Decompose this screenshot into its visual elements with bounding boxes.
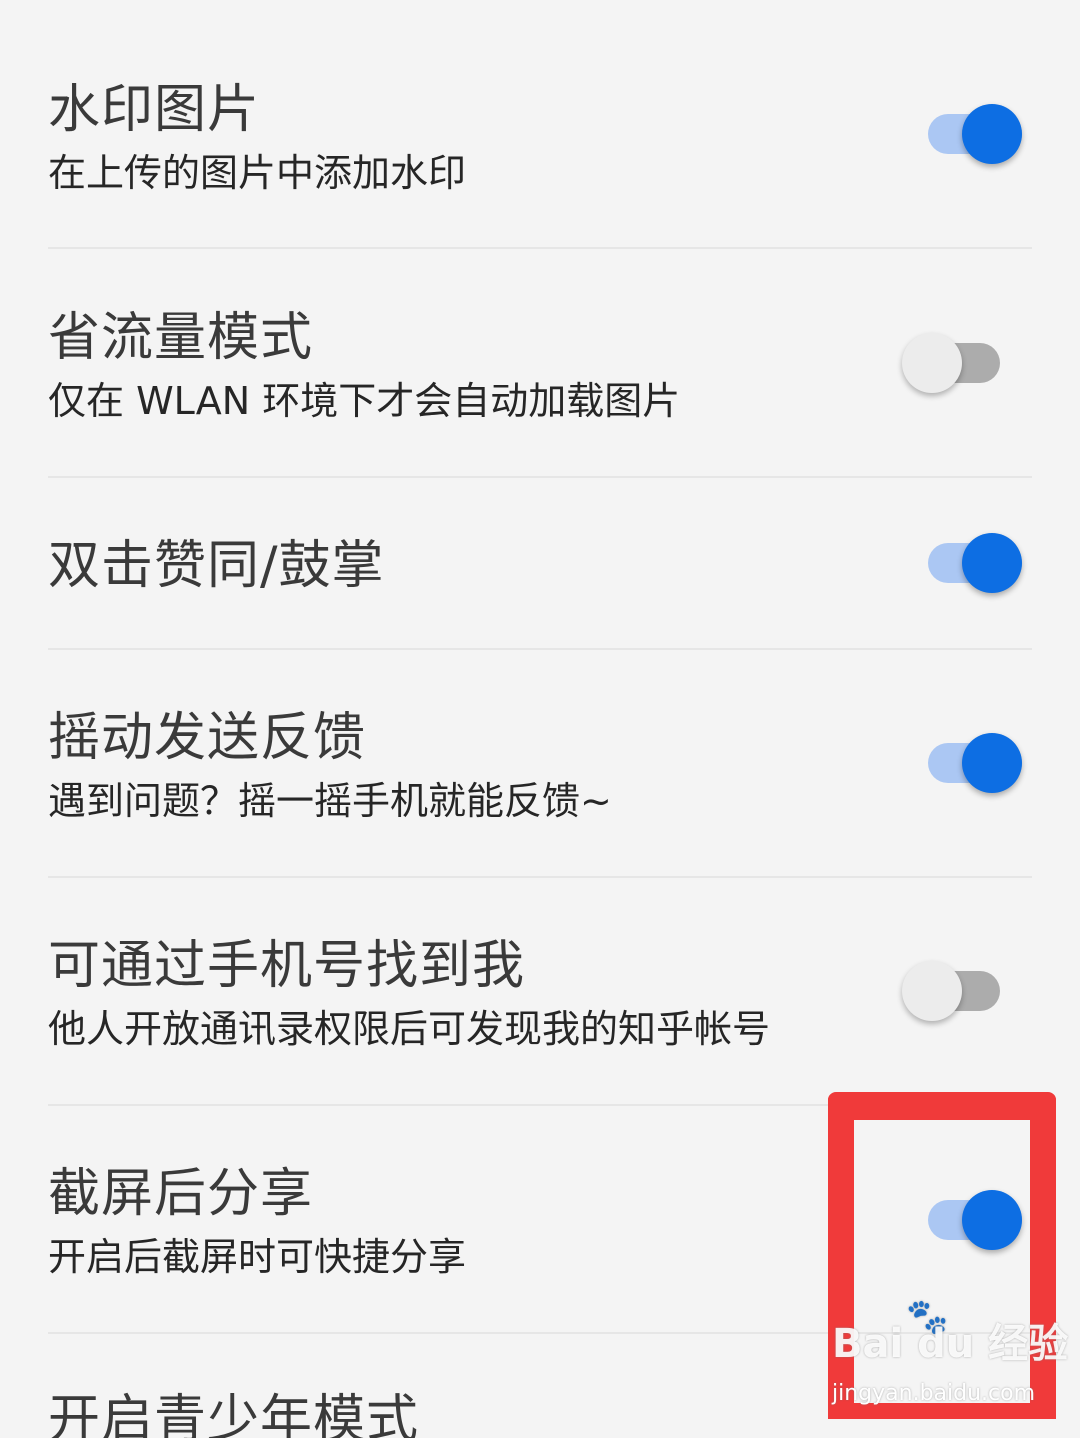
setting-subtitle: 他人开放通讯录权限后可发现我的知乎帐号: [48, 1007, 771, 1051]
watermark-url: jingyan.baidu.com: [832, 1381, 1036, 1406]
setting-subtitle: 在上传的图片中添加水印: [48, 151, 467, 195]
setting-row-double-tap-upvote[interactable]: 双击赞同/鼓掌: [0, 478, 1080, 650]
toggle-thumb: [902, 333, 962, 393]
toggle-switch[interactable]: [902, 956, 1004, 1026]
setting-row-shake-feedback[interactable]: 摇动发送反馈 遇到问题？摇一摇手机就能反馈~: [0, 650, 1080, 878]
setting-row-watermark-image[interactable]: 水印图片 在上传的图片中添加水印: [0, 0, 1080, 250]
setting-subtitle: 遇到问题？摇一摇手机就能反馈~: [48, 779, 612, 823]
toggle-thumb: [962, 733, 1022, 793]
setting-title: 省流量模式: [48, 308, 314, 368]
settings-page: 水印图片 在上传的图片中添加水印 省流量模式 仅在 WLAN 环境下才会自动加载…: [0, 0, 1080, 1438]
setting-title: 摇动发送反馈: [48, 708, 367, 768]
toggle-switch[interactable]: [926, 528, 1026, 598]
baidu-jingyan-watermark: 🐾 Bai du 经验 jingyan.baidu.com: [832, 1300, 1068, 1412]
setting-title: 截屏后分享: [48, 1164, 314, 1224]
toggle-switch[interactable]: [926, 99, 1026, 169]
toggle-thumb: [962, 533, 1022, 593]
setting-row-find-by-phone[interactable]: 可通过手机号找到我 他人开放通讯录权限后可发现我的知乎帐号: [0, 878, 1080, 1106]
toggle-switch[interactable]: [902, 328, 1004, 398]
setting-row-data-saver[interactable]: 省流量模式 仅在 WLAN 环境下才会自动加载图片: [0, 250, 1080, 478]
toggle-switch[interactable]: [926, 728, 1026, 798]
watermark-logo: Bai du 经验: [832, 1321, 1069, 1367]
setting-title: 开启青少年模式: [48, 1390, 420, 1438]
toggle-thumb: [902, 961, 962, 1021]
setting-subtitle: 开启后截屏时可快捷分享: [48, 1235, 467, 1279]
toggle-thumb: [962, 104, 1022, 164]
setting-title: 可通过手机号找到我: [48, 936, 526, 996]
setting-title: 水印图片: [48, 80, 261, 140]
setting-title: 双击赞同/鼓掌: [48, 536, 385, 596]
row-divider: [48, 247, 1032, 249]
setting-subtitle: 仅在 WLAN 环境下才会自动加载图片: [48, 379, 681, 423]
